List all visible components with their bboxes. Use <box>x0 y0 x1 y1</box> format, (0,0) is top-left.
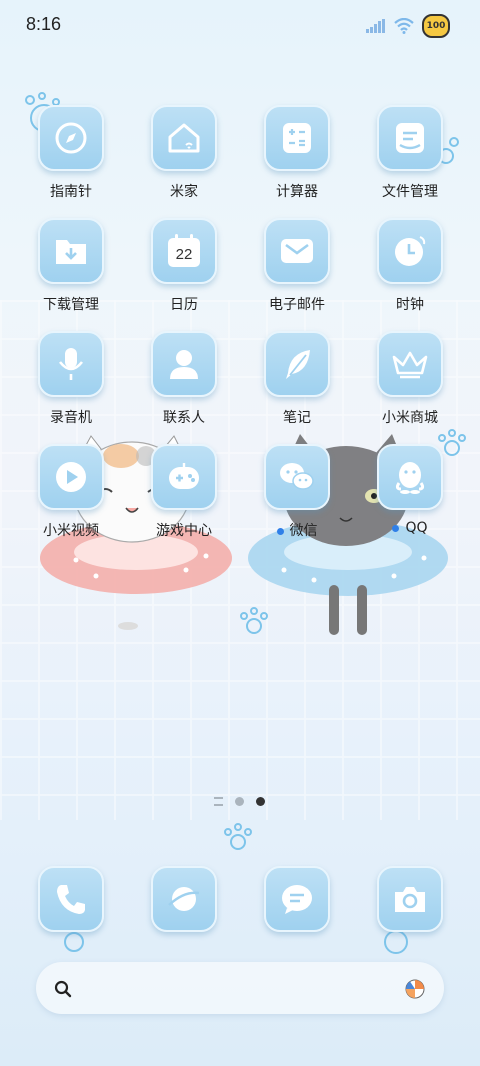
app-notes[interactable]: 笔记 <box>249 331 345 427</box>
dock-camera[interactable] <box>362 866 458 932</box>
app-clock[interactable]: 时钟 <box>362 218 458 314</box>
clock-icon <box>377 218 443 284</box>
app-label: 下载管理 <box>43 297 99 313</box>
app-label: 日历 <box>170 297 198 313</box>
page-indicator[interactable] <box>214 797 265 806</box>
beach-ball-icon[interactable] <box>404 978 426 1000</box>
planet-browser-icon <box>151 866 217 932</box>
app-label: 时钟 <box>396 297 424 313</box>
app-label: 录音机 <box>50 410 92 426</box>
search-icon <box>54 980 72 998</box>
app-recorder[interactable]: 录音机 <box>23 331 119 427</box>
qq-penguin-icon <box>377 444 443 510</box>
app-file-manager[interactable]: 文件管理 <box>362 105 458 201</box>
app-calculator[interactable]: 计算器 <box>249 105 345 201</box>
app-drawer-indicator[interactable] <box>214 797 223 806</box>
app-label: 计算器 <box>276 184 318 200</box>
paw-print-decoration <box>224 823 252 850</box>
signal-icon <box>366 19 385 33</box>
app-game-center[interactable]: 游戏中心 <box>136 444 232 540</box>
crown-store-icon <box>377 331 443 397</box>
app-compass[interactable]: 指南针 <box>23 105 119 201</box>
phone-icon <box>38 866 104 932</box>
calendar-date: 22 <box>175 245 193 263</box>
camera-icon <box>377 866 443 932</box>
file-manager-icon <box>377 105 443 171</box>
search-bar[interactable] <box>36 962 444 1014</box>
app-label: 微信 <box>289 523 318 539</box>
app-mijia[interactable]: 米家 <box>136 105 232 201</box>
gamepad-icon <box>151 444 217 510</box>
play-video-icon <box>38 444 104 510</box>
compass-icon <box>38 105 104 171</box>
download-folder-icon <box>38 218 104 284</box>
app-mi-store[interactable]: 小米商城 <box>362 331 458 427</box>
app-contacts[interactable]: 联系人 <box>136 331 232 427</box>
app-label: 游戏中心 <box>156 523 212 539</box>
page-dot-1[interactable] <box>235 797 244 806</box>
dock-phone[interactable] <box>23 866 119 932</box>
message-bubble-icon <box>264 866 330 932</box>
app-label: 联系人 <box>163 410 205 426</box>
app-label: 小米商城 <box>382 410 438 426</box>
app-email[interactable]: 电子邮件 <box>249 218 345 314</box>
wifi-icon <box>394 18 414 34</box>
dock-messages[interactable] <box>249 866 345 932</box>
new-install-dot <box>276 527 284 535</box>
smart-home-icon <box>151 105 217 171</box>
app-calendar[interactable]: 22 日历 <box>136 218 232 314</box>
app-qq[interactable]: QQ <box>362 444 458 536</box>
calendar-icon: 22 <box>151 218 217 284</box>
wechat-icon <box>264 444 330 510</box>
app-label: 指南针 <box>50 184 92 200</box>
page-dot-2-active[interactable] <box>256 797 265 806</box>
app-label: 小米视频 <box>43 523 99 539</box>
new-install-dot <box>392 524 400 532</box>
app-label: 文件管理 <box>382 184 438 200</box>
battery-icon: 100 <box>422 14 450 38</box>
mail-icon <box>264 218 330 284</box>
app-mi-video[interactable]: 小米视频 <box>23 444 119 540</box>
app-label: 笔记 <box>283 410 311 426</box>
app-label: QQ <box>405 520 428 536</box>
app-label: 米家 <box>170 184 198 200</box>
feather-note-icon <box>264 331 330 397</box>
microphone-icon <box>38 331 104 397</box>
app-label: 电子邮件 <box>269 297 325 313</box>
calculator-icon <box>264 105 330 171</box>
app-wechat[interactable]: 微信 <box>249 444 345 540</box>
dock-browser[interactable] <box>136 866 232 932</box>
paw-print-decoration <box>240 607 268 634</box>
contact-person-icon <box>151 331 217 397</box>
app-download-manager[interactable]: 下载管理 <box>23 218 119 314</box>
status-time: 8:16 <box>26 14 62 34</box>
status-bar: 8:16 100 <box>0 0 480 50</box>
